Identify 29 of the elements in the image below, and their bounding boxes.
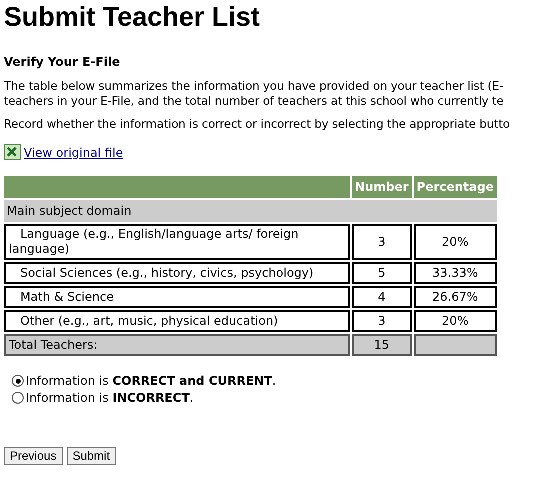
option-label: Information is INCORRECT. — [26, 391, 194, 405]
table-cell: 3 — [352, 224, 412, 260]
table-cell: 26.67% — [414, 286, 497, 308]
table-cell: Math & Science — [4, 286, 350, 308]
form-button[interactable]: Submit — [66, 447, 116, 465]
column-header: Number — [352, 176, 412, 198]
page-title: Submit Teacher List — [4, 1, 262, 32]
table-cell: 3 — [352, 310, 412, 332]
instruction-text: Record whether the information is correct or incorrect by selecting the appropriate butto — [4, 117, 512, 132]
table-cell: 4 — [352, 286, 412, 308]
section-heading: Verify Your E-File — [4, 55, 122, 69]
table-cell: 20% — [414, 310, 497, 332]
radio-button[interactable] — [12, 392, 24, 404]
table-cell: Social Sciences (e.g., history, civics, psychology) — [4, 262, 350, 284]
total-number-cell: 15 — [352, 334, 412, 356]
table-cell: 5 — [352, 262, 412, 284]
view-file-link[interactable]: View original file — [24, 146, 124, 160]
table-cell: Other (e.g., art, music, physical education) — [4, 310, 350, 332]
radio-button[interactable] — [12, 375, 24, 387]
spreadsheet-icon — [4, 144, 21, 160]
option-label: Information is CORRECT and CURRENT. — [26, 374, 276, 388]
intro-paragraph: The table below summarizes the information you have provided on your teacher list (E- teachers in your E-File, and the total number of teachers at this school who currently te — [4, 79, 505, 109]
column-header: Percentage — [414, 176, 497, 198]
total-label-cell: Total Teachers: — [4, 334, 350, 356]
table-cell: 33.33% — [414, 262, 497, 284]
table-cell: Language (e.g., English/language arts/ foreign language) — [4, 224, 350, 260]
table-cell: 20% — [414, 224, 497, 260]
group-row: Main subject domain — [4, 200, 497, 222]
form-button[interactable]: Previous — [4, 447, 63, 465]
